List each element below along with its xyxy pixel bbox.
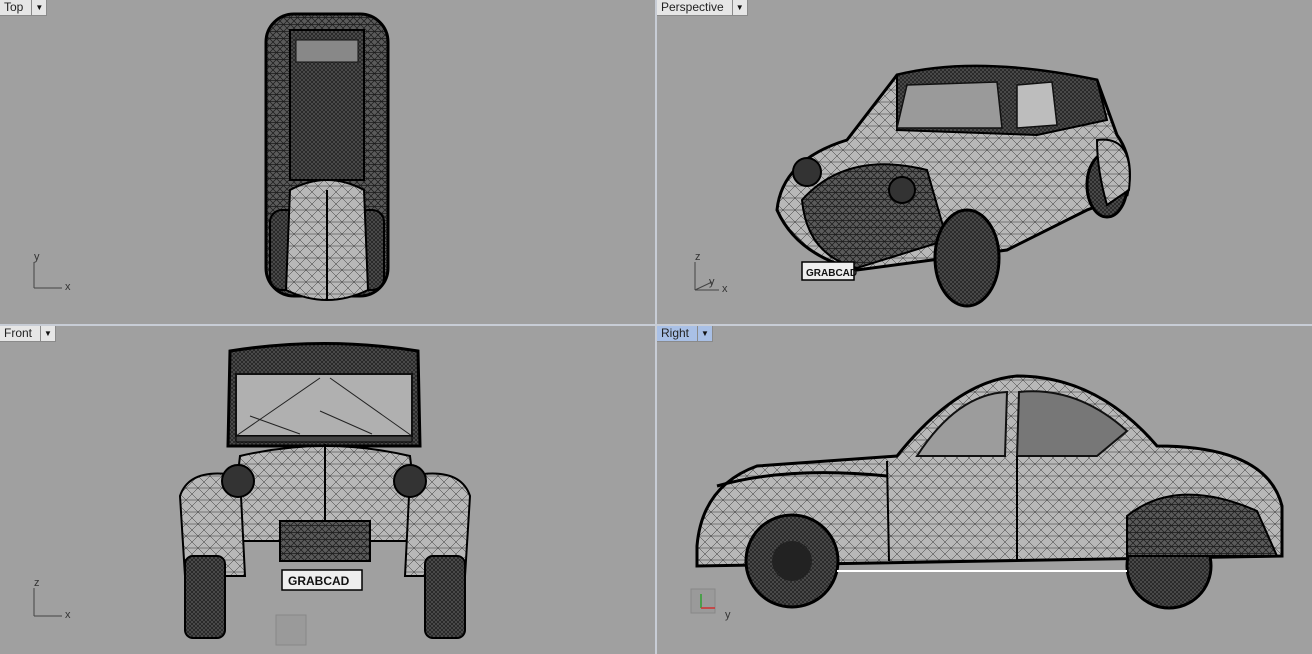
viewport-front[interactable]: GRABCAD z x Front ▼ [0, 326, 655, 654]
chevron-down-icon[interactable]: ▼ [697, 326, 712, 341]
svg-text:y: y [709, 276, 715, 288]
cplane-icon [690, 588, 716, 614]
axis-indicator-perspective: z y x [694, 251, 728, 295]
perspective-view-wireframe: GRABCAD z y x [694, 64, 1131, 308]
svg-text:GRABCAD: GRABCAD [806, 268, 857, 279]
cplane-icon [275, 614, 307, 646]
windshield-perspective [896, 81, 1003, 129]
tab-front[interactable]: Front ▼ [0, 326, 57, 342]
svg-text:z: z [34, 577, 40, 589]
axis-indicator-front: z x [33, 577, 71, 621]
grille-front [279, 520, 371, 562]
viewport-label-perspective: Perspective [661, 0, 724, 14]
svg-text:GRABCAD: GRABCAD [288, 574, 350, 588]
top-view-wireframe: y x [33, 12, 390, 301]
viewport-right[interactable]: y Right ▼ [657, 326, 1312, 654]
windshield-front [235, 373, 413, 437]
tab-right[interactable]: Right ▼ [657, 326, 714, 342]
svg-text:y: y [725, 609, 731, 621]
chevron-down-icon[interactable]: ▼ [40, 326, 55, 341]
chevron-down-icon[interactable]: ▼ [31, 0, 46, 15]
chevron-down-icon[interactable]: ▼ [731, 0, 747, 15]
viewport-top[interactable]: y x Top ▼ [0, 0, 655, 324]
front-wheel-perspective [933, 208, 1001, 308]
svg-text:x: x [722, 283, 728, 295]
viewport-label-top: Top [4, 0, 24, 14]
svg-text:x: x [65, 609, 71, 621]
svg-text:y: y [34, 251, 40, 263]
tab-perspective[interactable]: Perspective ▼ [657, 0, 748, 16]
tab-top[interactable]: Top ▼ [0, 0, 48, 16]
viewport-perspective[interactable]: GRABCAD z y x Perspective ▼ [657, 0, 1312, 324]
viewport-label-right: Right [661, 326, 690, 340]
front-view-wireframe: GRABCAD z x [33, 342, 472, 646]
viewport-label-front: Front [4, 326, 33, 340]
axis-indicator-top: y x [33, 251, 71, 293]
svg-text:z: z [695, 251, 701, 263]
svg-text:x: x [65, 281, 71, 293]
right-view-wireframe: y [690, 374, 1284, 621]
rear-window-top [295, 39, 359, 63]
